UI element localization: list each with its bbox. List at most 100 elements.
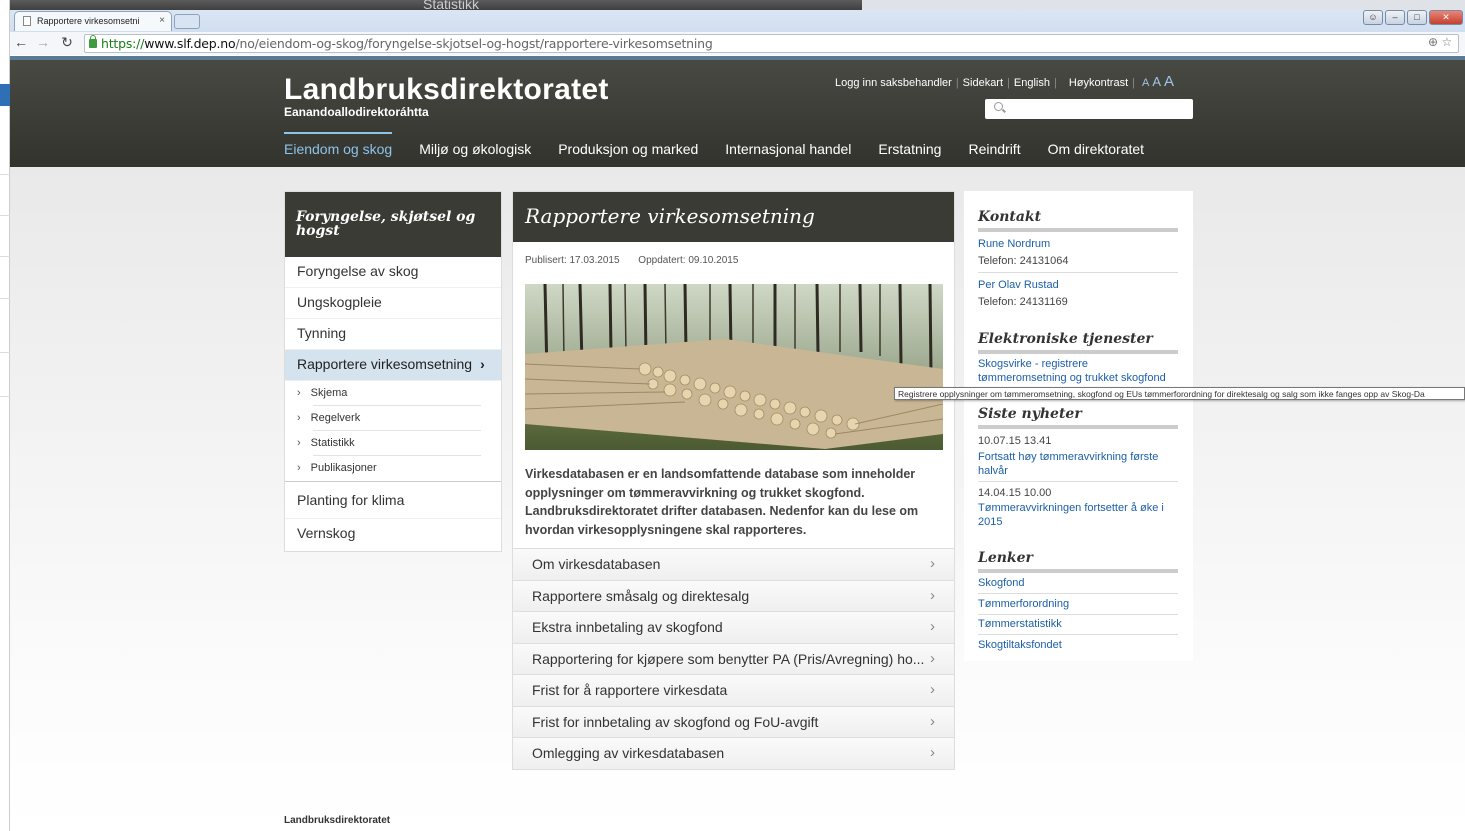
contact-phone: Telefon: 24131064 [978, 255, 1069, 267]
accordion-item-om-virkesdatabasen[interactable]: Om virkesdatabasen › [513, 548, 954, 580]
contact-heading: Kontakt [978, 209, 1178, 232]
lock-icon [89, 35, 97, 48]
english-link[interactable]: English [1014, 77, 1050, 89]
nav-internasjonal-handel[interactable]: Internasjonal handel [725, 141, 851, 166]
menu-item-foryngelse[interactable]: Foryngelse av skog [285, 257, 501, 288]
chevron-right-icon: › [930, 649, 935, 667]
submenu-item-regelverk[interactable]: › Regelverk [285, 406, 501, 431]
browser-tab[interactable]: Rapportere virkesomsetni × [14, 11, 172, 31]
contact-phone: Telefon: 24131169 [978, 296, 1068, 308]
accordion-label: Frist for å rapportere virkesdata [532, 682, 728, 698]
link-skogtiltaksfondet[interactable]: Skogtiltaksfondet [978, 639, 1178, 653]
accordion-item-smasalg[interactable]: Rapportere småsalg og direktesalg › [513, 579, 954, 611]
accordion-item-ekstra-innbetaling[interactable]: Ekstra innbetaling av skogfond › [513, 611, 954, 643]
url-protocol: https:// [101, 36, 145, 51]
accordion-item-omlegging[interactable]: Omlegging av virkesdatabasen › [513, 737, 954, 769]
accordion-item-frist-virkesdata[interactable]: Frist for å rapportere virkesdata › [513, 674, 954, 706]
intro-text: Virkesdatabasen er en landsomfattende da… [525, 467, 919, 537]
user-icon[interactable]: ☺ [1363, 10, 1383, 25]
close-window-button[interactable]: ✕ [1429, 10, 1463, 25]
window-controls: ☺ – □ ✕ [1363, 10, 1463, 25]
accordion-item-frist-skogfond[interactable]: Frist for innbetaling av skogfond og FoU… [513, 705, 954, 737]
search-icon[interactable] [994, 102, 1003, 111]
news-link[interactable]: Tømmeravvirkningen fortsetter å øke i 20… [978, 502, 1178, 529]
address-bar[interactable]: https://www.slf.dep.no/no/eiendom-og-sko… [84, 34, 1459, 53]
link-tooltip: Registrere opplysninger om tømmeromsetni… [894, 387, 1465, 400]
nav-produksjon[interactable]: Produksjon og marked [558, 141, 698, 166]
publish-dates: Publisert: 17.03.2015 Oppdatert: 09.10.2… [525, 255, 754, 266]
chevron-right-icon: › [930, 744, 935, 761]
links-heading: Lenker [978, 550, 1178, 573]
high-contrast-link[interactable]: Høykontrast [1069, 77, 1128, 89]
text-size-large[interactable]: A [1164, 73, 1174, 90]
submenu-label: Statistikk [310, 437, 355, 449]
chevron-right-icon: › [480, 356, 485, 372]
timber-pile-photo [525, 284, 943, 450]
submenu-label: Regelverk [310, 412, 361, 424]
chevron-right-icon: › [930, 681, 935, 698]
footer-title: Landbruksdirektoratet [284, 815, 391, 826]
header-accent-line [10, 56, 1465, 60]
utility-links: Logg inn saksbehandler | Sidekart | Englis… [835, 73, 1175, 90]
url-host: www.slf.dep.no [144, 36, 236, 51]
news-date: 10.07.15 13.41 [978, 435, 1052, 447]
section-menu: Foryngelse, skjøtsel og hogst Foryngelse… [284, 191, 502, 552]
tab-title: Rapportere virkesomsetni [37, 16, 140, 26]
reload-icon[interactable]: ↻ [58, 34, 76, 51]
submenu-label: Publikasjoner [310, 462, 377, 474]
accordion-label: Rapportering for kjøpere som benytter PA… [532, 650, 925, 667]
nav-om-direktoratet[interactable]: Om direktoratet [1048, 141, 1144, 166]
nav-eiendom-og-skog[interactable]: Eiendom og skog [284, 132, 393, 166]
accordion-label: Om virkesdatabasen [532, 556, 661, 572]
forward-arrow-icon[interactable]: → [34, 34, 52, 50]
minimize-button[interactable]: – [1385, 10, 1405, 25]
contact-name-link[interactable]: Rune Nordrum [978, 238, 1178, 252]
main-content: Rapportere virkesomsetning Publisert: 17… [512, 191, 955, 770]
chevron-right-icon: › [930, 586, 935, 604]
accordion-item-pa-rapportering[interactable]: Rapportering for kjøpere som benytter PA… [513, 642, 954, 674]
submenu-item-skjema[interactable]: › Skjema [285, 381, 501, 406]
site-logo-subtitle: Eanandoallodirektoráhtta [284, 105, 429, 119]
submenu-item-publikasjoner[interactable]: › Publikasjoner [285, 456, 501, 481]
published-date: Publisert: 17.03.2015 [525, 255, 620, 266]
menu-item-vernskog[interactable]: Vernskog [285, 519, 501, 550]
browser-chrome: Rapportere virkesomsetni × ☺ – □ ✕ ← → ↻… [10, 10, 1465, 55]
back-arrow-icon[interactable]: ← [12, 34, 30, 50]
tab-close-icon[interactable]: × [159, 15, 165, 26]
chevron-right-icon: › [297, 412, 301, 424]
nav-miljo[interactable]: Miljø og økologisk [419, 141, 531, 166]
login-link[interactable]: Logg inn saksbehandler [835, 77, 952, 89]
main-navigation: Eiendom og skog Miljø og økologisk Produ… [284, 132, 1171, 166]
submenu-item-statistikk[interactable]: › Statistikk [285, 431, 501, 456]
text-size-small[interactable]: A [1142, 77, 1149, 89]
menu-item-tynning[interactable]: Tynning [285, 319, 501, 350]
new-tab-button[interactable] [174, 14, 200, 29]
chevron-right-icon: › [297, 387, 301, 399]
eservice-skogsvirke-link[interactable]: Skogsvirke - registrere tømmeromsetning … [978, 358, 1178, 385]
news-link[interactable]: Fortsatt høy tømmeravvirkning første hal… [978, 451, 1178, 478]
accordion-label: Ekstra innbetaling av skogfond [532, 619, 723, 635]
updated-date: Oppdatert: 09.10.2015 [638, 255, 739, 266]
bookmark-star-icon[interactable]: ⊕ ☆ [1428, 35, 1452, 49]
link-tommerforordning[interactable]: Tømmerforordning [978, 598, 1178, 612]
menu-item-ungskogpleie[interactable]: Ungskogpleie [285, 288, 501, 319]
nav-erstatning[interactable]: Erstatning [878, 141, 941, 166]
accordion-label: Frist for innbetaling av skogfond og FoU… [532, 713, 819, 730]
accordion-label: Omlegging av virkesdatabasen [532, 745, 725, 761]
sidebar-right: Kontakt Rune Nordrum Telefon: 24131064 P… [964, 191, 1193, 661]
menu-item-rapportere-active[interactable]: Rapportere virkesomsetning › [285, 350, 501, 381]
link-tommerstatistikk[interactable]: Tømmerstatistikk [978, 618, 1178, 632]
chevron-right-icon: › [297, 462, 301, 474]
text-size-medium[interactable]: A [1152, 74, 1161, 89]
nav-reindrift[interactable]: Reindrift [968, 141, 1020, 166]
search-input[interactable] [985, 99, 1193, 119]
sitemap-link[interactable]: Sidekart [963, 77, 1003, 89]
contact-name-link[interactable]: Per Olav Rustad [978, 279, 1178, 293]
maximize-button[interactable]: □ [1407, 10, 1427, 25]
chevron-right-icon: › [930, 555, 935, 572]
site-logo[interactable]: Landbruksdirektoratet [284, 73, 609, 107]
menu-divider [285, 481, 501, 489]
menu-item-planting-for-klima[interactable]: Planting for klima [285, 489, 501, 519]
link-skogfond[interactable]: Skogfond [978, 577, 1178, 591]
accordion-label: Rapportere småsalg og direktesalg [532, 587, 750, 604]
